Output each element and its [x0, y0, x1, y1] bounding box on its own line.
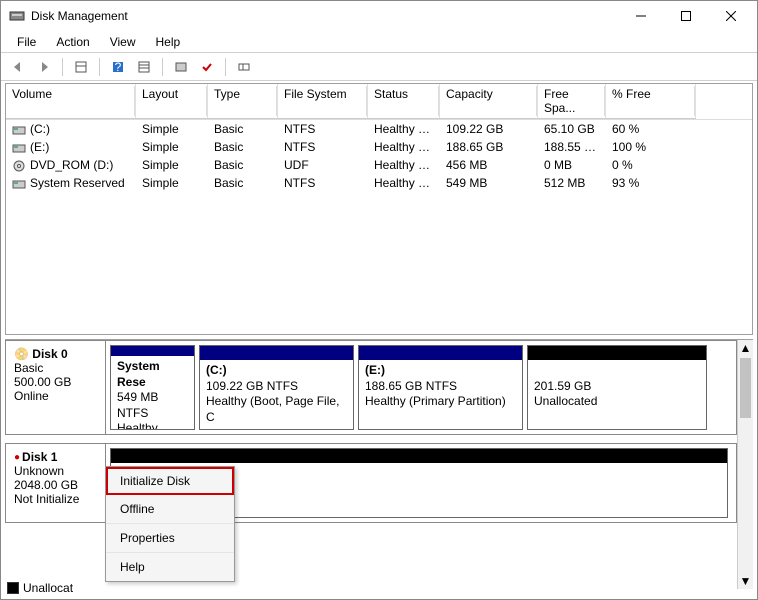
disk-management-icon — [9, 8, 25, 24]
context-menu: Initialize Disk Offline Properties Help — [105, 466, 235, 582]
forward-button[interactable] — [33, 56, 55, 78]
col-status[interactable]: Status — [368, 84, 440, 119]
refresh-button[interactable] — [170, 56, 192, 78]
disk0-label: 📀 Disk 0 Basic 500.00 GB Online — [6, 341, 106, 434]
col-percent-free[interactable]: % Free — [606, 84, 696, 119]
menu-action[interactable]: Action — [46, 33, 99, 51]
unallocated-swatch — [7, 582, 19, 594]
col-volume[interactable]: Volume — [6, 84, 136, 119]
settings-button[interactable] — [133, 56, 155, 78]
col-capacity[interactable]: Capacity — [440, 84, 538, 119]
volume-row[interactable]: (C:)SimpleBasicNTFSHealthy (B...109.22 G… — [6, 120, 752, 138]
toolbar: ? — [1, 53, 757, 81]
menubar: File Action View Help — [1, 31, 757, 53]
disk1-label: Disk 1 Unknown 2048.00 GB Not Initialize — [6, 444, 106, 522]
disk0-partitions: System Rese549 MB NTFSHealthy (Syst(C:)1… — [106, 341, 736, 434]
disk-icon: 📀 — [14, 347, 29, 361]
volume-row[interactable]: (E:)SimpleBasicNTFSHealthy (P...188.65 G… — [6, 138, 752, 156]
minimize-button[interactable] — [618, 2, 663, 30]
vertical-scrollbar[interactable]: ▲ ▼ — [737, 340, 753, 589]
menu-offline[interactable]: Offline — [106, 495, 234, 524]
volume-row[interactable]: DVD_ROM (D:)SimpleBasicUDFHealthy (P...4… — [6, 156, 752, 174]
help-button[interactable]: ? — [107, 56, 129, 78]
menu-view[interactable]: View — [100, 33, 146, 51]
partition[interactable]: System Rese549 MB NTFSHealthy (Syst — [110, 345, 195, 430]
list-button[interactable] — [233, 56, 255, 78]
partition[interactable]: (E:)188.65 GB NTFSHealthy (Primary Parti… — [358, 345, 523, 430]
col-free-space[interactable]: Free Spa... — [538, 84, 606, 119]
menu-initialize-disk[interactable]: Initialize Disk — [106, 467, 234, 495]
check-button[interactable] — [196, 56, 218, 78]
col-filesystem[interactable]: File System — [278, 84, 368, 119]
partition[interactable]: (C:)109.22 GB NTFSHealthy (Boot, Page Fi… — [199, 345, 354, 430]
menu-properties[interactable]: Properties — [106, 524, 234, 553]
legend-unallocated: Unallocat — [23, 581, 73, 595]
svg-text:?: ? — [115, 60, 122, 74]
menu-help[interactable]: Help — [146, 33, 191, 51]
alert-icon — [14, 450, 22, 464]
menu-file[interactable]: File — [7, 33, 46, 51]
legend: Unallocat — [7, 581, 73, 595]
show-hide-button[interactable] — [70, 56, 92, 78]
col-type[interactable]: Type — [208, 84, 278, 119]
scroll-thumb[interactable] — [740, 358, 751, 418]
close-button[interactable] — [708, 2, 753, 30]
volume-icon — [12, 142, 26, 154]
window-title: Disk Management — [31, 9, 618, 23]
disk-row-0[interactable]: 📀 Disk 0 Basic 500.00 GB Online System R… — [5, 340, 737, 435]
back-button[interactable] — [7, 56, 29, 78]
scroll-down-icon[interactable]: ▼ — [738, 573, 753, 589]
maximize-button[interactable] — [663, 2, 708, 30]
volume-icon — [12, 160, 26, 172]
volume-list-header: Volume Layout Type File System Status Ca… — [6, 84, 752, 120]
volume-icon — [12, 178, 26, 190]
partition[interactable]: 201.59 GBUnallocated — [527, 345, 707, 430]
scroll-up-icon[interactable]: ▲ — [738, 340, 753, 356]
volume-list: Volume Layout Type File System Status Ca… — [5, 83, 753, 335]
window-controls — [618, 2, 753, 30]
col-layout[interactable]: Layout — [136, 84, 208, 119]
menu-help[interactable]: Help — [106, 553, 234, 581]
volume-row[interactable]: System ReservedSimpleBasicNTFSHealthy (S… — [6, 174, 752, 192]
titlebar: Disk Management — [1, 1, 757, 31]
volume-icon — [12, 124, 26, 136]
